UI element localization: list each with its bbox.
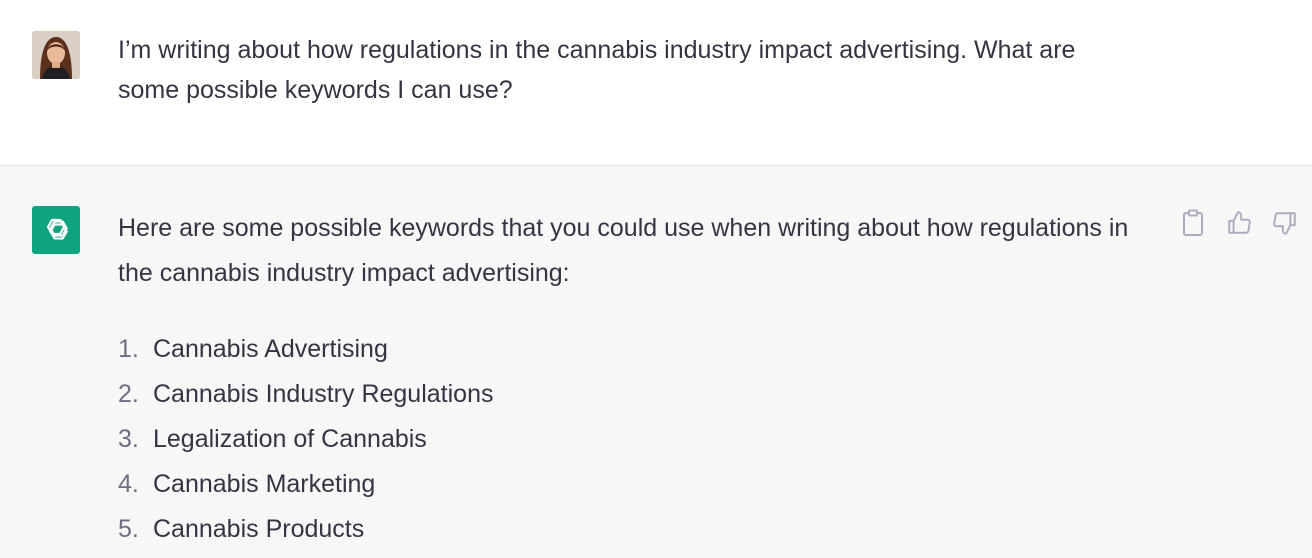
list-item: 5. Cannabis Products bbox=[118, 507, 493, 552]
list-item-number: 4. bbox=[118, 470, 139, 498]
list-item-text: Legalization of Cannabis bbox=[153, 425, 427, 453]
user-message-text: I’m writing about how regulations in the… bbox=[118, 36, 1076, 104]
assistant-intro-text: Here are some possible keywords that you… bbox=[118, 214, 1129, 287]
list-item-number: 3. bbox=[118, 425, 139, 453]
list-item-text: Cannabis Marketing bbox=[153, 470, 376, 498]
list-item-text: Cannabis Industry Regulations bbox=[153, 380, 494, 408]
thumbs-up-button[interactable] bbox=[1226, 208, 1252, 238]
list-item: 3. Legalization of Cannabis bbox=[118, 417, 493, 462]
thumbs-down-icon bbox=[1273, 212, 1296, 235]
list-item-number: 5. bbox=[118, 515, 139, 543]
list-item-number: 2. bbox=[118, 380, 139, 408]
keyword-list: 1. Cannabis Advertising 2. Cannabis Indust… bbox=[118, 327, 493, 552]
copy-button[interactable] bbox=[1180, 208, 1206, 238]
thumbs-up-icon bbox=[1228, 211, 1251, 234]
list-item: 1. Cannabis Advertising bbox=[118, 327, 493, 372]
openai-logo-icon bbox=[32, 206, 80, 254]
clipboard-icon bbox=[1183, 209, 1203, 236]
assistant-message-row: Here are some possible keywords that you… bbox=[0, 166, 1312, 558]
user-message-row: I’m writing about how regulations in the… bbox=[0, 0, 1312, 166]
list-item: 2. Cannabis Industry Regulations bbox=[118, 372, 493, 417]
user-avatar bbox=[32, 31, 80, 79]
thumbs-down-button[interactable] bbox=[1272, 208, 1298, 238]
list-item-text: Cannabis Products bbox=[153, 515, 365, 543]
list-item-text: Cannabis Advertising bbox=[153, 335, 388, 363]
list-item: 4. Cannabis Marketing bbox=[118, 462, 493, 507]
message-actions bbox=[1180, 208, 1298, 238]
list-item-number: 1. bbox=[118, 335, 139, 363]
